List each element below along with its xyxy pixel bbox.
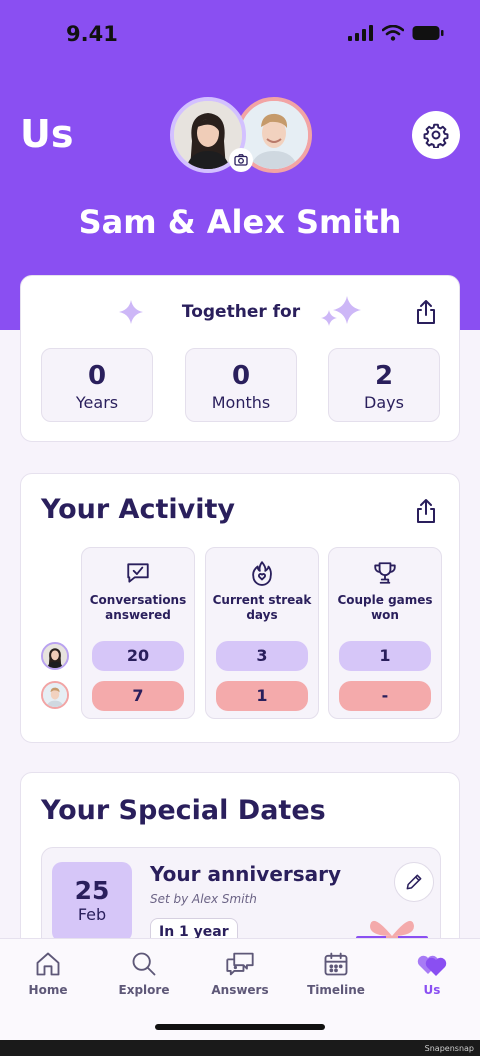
stat-years: 0 Years <box>41 348 153 422</box>
activity-label: Conversations answered <box>89 593 187 622</box>
date-title: Your anniversary <box>150 862 342 886</box>
chat-check-icon <box>127 563 149 583</box>
tab-timeline[interactable]: Timeline <box>288 949 384 997</box>
wifi-icon <box>382 25 404 41</box>
man-portrait <box>43 683 67 707</box>
stat-label: Months <box>211 393 271 412</box>
page-title: Us <box>20 112 74 156</box>
activity-conversations: Conversations answered 20 7 <box>81 547 195 719</box>
partner-b-value: 1 <box>216 681 308 711</box>
tab-home[interactable]: Home <box>0 949 96 997</box>
special-dates-title: Your Special Dates <box>41 795 326 826</box>
share-together-button[interactable] <box>411 297 441 327</box>
stat-months: 0 Months <box>185 348 297 422</box>
date-subtitle: Set by Alex Smith <box>150 892 257 906</box>
woman-portrait <box>43 644 67 668</box>
stat-label: Days <box>364 393 404 412</box>
bottom-strip <box>0 1040 480 1056</box>
camera-icon <box>234 154 248 166</box>
calendar-icon <box>324 952 348 976</box>
tab-explore[interactable]: Explore <box>96 949 192 997</box>
magnifier-icon <box>132 952 156 976</box>
stat-days: 2 Days <box>328 348 440 422</box>
share-activity-button[interactable] <box>411 496 441 526</box>
trophy-icon <box>374 562 396 584</box>
partner-a-value: 1 <box>339 641 431 671</box>
chat-bubbles-icon <box>226 952 254 976</box>
date-day: 25 <box>74 876 110 905</box>
edit-date-button[interactable] <box>394 862 434 902</box>
partner-a-value: 3 <box>216 641 308 671</box>
couple-name: Sam & Alex Smith <box>78 203 402 241</box>
status-bar: 9.41 <box>0 0 480 70</box>
activity-label: Couple games won <box>337 593 433 622</box>
tab-answers[interactable]: Answers <box>192 949 288 997</box>
home-indicator[interactable] <box>155 1024 325 1030</box>
together-title: Together for <box>181 302 301 322</box>
activity-streak: Current streak days 3 1 <box>205 547 319 719</box>
date-month: Feb <box>77 905 107 924</box>
stat-value: 2 <box>374 361 394 391</box>
tab-label: Explore <box>118 983 170 997</box>
partner-b-value: - <box>339 681 431 711</box>
activity-card: Your Activity Conversations answered 20 … <box>20 473 460 743</box>
stat-label: Years <box>75 393 119 412</box>
home-icon <box>36 952 60 976</box>
gear-icon <box>423 123 449 148</box>
tab-label: Answers <box>211 983 269 997</box>
share-icon <box>417 499 435 523</box>
mini-avatar-partner-b <box>41 681 69 709</box>
date-badge: 25 Feb <box>52 862 132 942</box>
status-icons <box>348 25 444 41</box>
stat-value: 0 <box>231 361 251 391</box>
signal-icon <box>348 25 373 41</box>
watermark: Snapensnap <box>424 1044 474 1053</box>
pencil-icon <box>406 874 422 890</box>
tab-us[interactable]: Us <box>384 949 480 997</box>
mini-avatar-partner-a <box>41 642 69 670</box>
settings-button[interactable] <box>412 111 460 159</box>
share-icon <box>417 300 435 324</box>
flame-heart-icon <box>252 561 272 586</box>
partner-b-value: 7 <box>92 681 184 711</box>
battery-icon <box>412 26 444 40</box>
activity-games: Couple games won 1 - <box>328 547 442 719</box>
stat-value: 0 <box>87 361 107 391</box>
hearts-icon <box>417 955 447 976</box>
tab-label: Home <box>28 983 68 997</box>
change-photo-button[interactable] <box>229 148 253 172</box>
tab-label: Timeline <box>307 983 365 997</box>
activity-label: Current streak days <box>212 593 312 622</box>
together-card: Together for 0 Years 0 Months 2 Days <box>20 275 460 442</box>
tab-label: Us <box>423 983 441 997</box>
status-time: 9.41 <box>66 22 118 46</box>
activity-title: Your Activity <box>41 494 235 525</box>
partner-a-value: 20 <box>92 641 184 671</box>
